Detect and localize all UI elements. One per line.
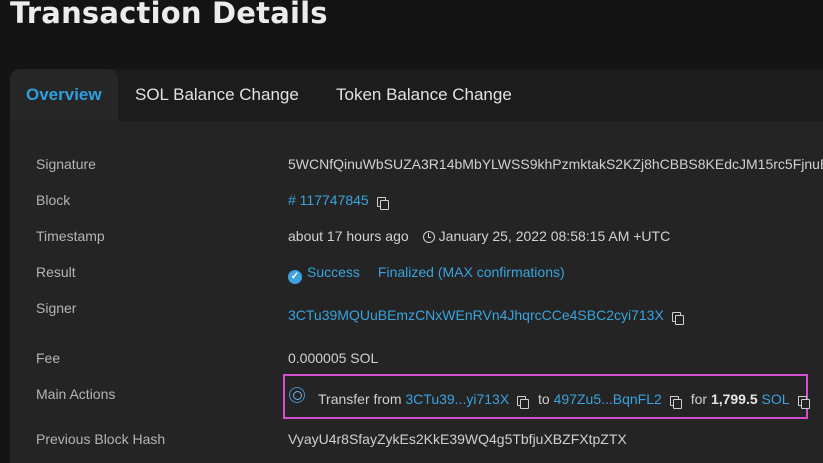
timestamp-label: Timestamp xyxy=(36,228,105,244)
main-action-text: Transfer from 3CTu39...yi713X to 497Zu5.… xyxy=(318,391,810,409)
timestamp-row: about 17 hours ago January 25, 2022 08:58… xyxy=(288,228,670,244)
prev-block-hash-value: VyayU4r8SfayZykEs2KkE39WQ4g5TbfjuXBZFXtp… xyxy=(288,431,627,447)
transfer-amount: 1,799.5 xyxy=(710,391,758,407)
block-link[interactable]: # 117747845 xyxy=(288,192,369,208)
tab-sol-balance-change[interactable]: SOL Balance Change xyxy=(135,69,299,121)
fee-value: 0.000005 SOL xyxy=(288,350,379,366)
block-label: Block xyxy=(36,192,71,208)
copy-icon[interactable] xyxy=(671,312,684,325)
timestamp-relative: about 17 hours ago xyxy=(288,228,409,244)
signer-row: 3CTu39MQUuBEmzCNxWEnRVn4JhqrcCCe4SBC2cyi… xyxy=(288,307,684,325)
main-actions-label: Main Actions xyxy=(36,386,116,402)
result-label: Result xyxy=(36,264,76,280)
page-title: Transaction Details xyxy=(10,0,328,30)
transfer-prefix: Transfer from xyxy=(318,391,402,407)
tabs-bar: Overview SOL Balance Change Token Balanc… xyxy=(10,69,823,121)
transfer-token-link[interactable]: SOL xyxy=(762,391,790,407)
tab-overview[interactable]: Overview xyxy=(10,69,118,121)
copy-icon[interactable] xyxy=(517,396,530,409)
signature-label: Signature xyxy=(36,156,96,172)
copy-icon[interactable] xyxy=(669,396,682,409)
result-row: ✓ Success Finalized (MAX confirmations) xyxy=(288,264,565,284)
signature-value: 5WCNfQinuWbSUZA3R14bMbYLWSS9khPzmktakS2K… xyxy=(288,156,823,172)
clock-icon xyxy=(422,231,435,243)
confirmation-status: Finalized (MAX confirmations) xyxy=(377,264,565,280)
fee-label: Fee xyxy=(36,350,61,366)
transfer-to-link[interactable]: 497Zu5...BqnFL2 xyxy=(554,391,662,407)
prev-block-hash-label: Previous Block Hash xyxy=(36,431,166,447)
signer-link[interactable]: 3CTu39MQUuBEmzCNxWEnRVn4JhqrcCCe4SBC2cyi… xyxy=(288,307,664,323)
transfer-for-word: for xyxy=(690,391,708,407)
copy-icon[interactable] xyxy=(376,197,389,210)
block-row: # 117747845 xyxy=(288,192,389,210)
check-circle-icon: ✓ xyxy=(288,270,302,284)
signer-label: Signer xyxy=(36,300,77,316)
copy-icon[interactable] xyxy=(797,396,810,409)
transfer-from-link[interactable]: 3CTu39...yi713X xyxy=(405,391,509,407)
result-status: Success xyxy=(307,264,360,280)
transfer-icon xyxy=(289,387,305,403)
transfer-to-word: to xyxy=(538,391,550,407)
timestamp-absolute: January 25, 2022 08:58:15 AM +UTC xyxy=(438,228,671,244)
tab-token-balance-change[interactable]: Token Balance Change xyxy=(336,69,512,121)
